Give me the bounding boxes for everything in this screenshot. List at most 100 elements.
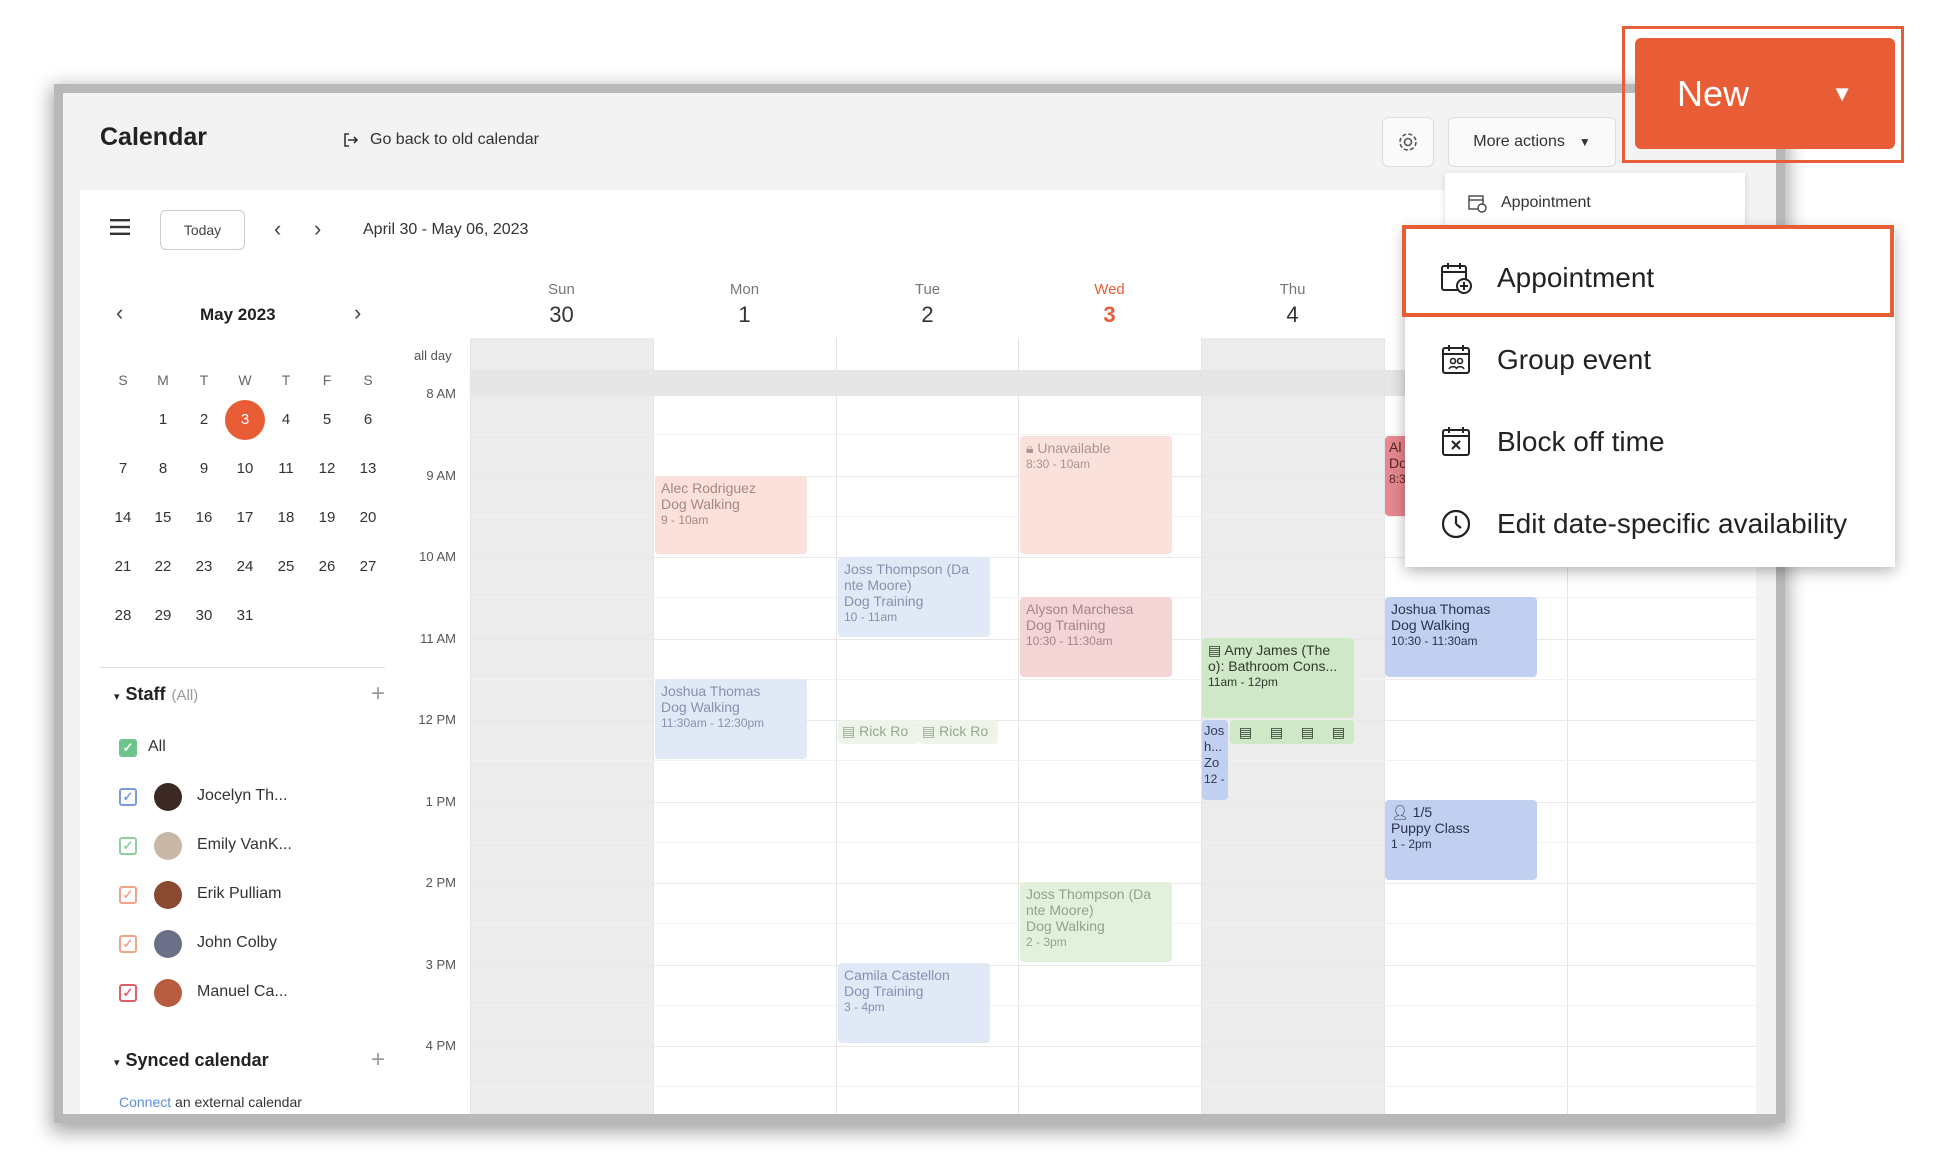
event-alec[interactable]: Alec Rodriguez Dog Walking 9 - 10am bbox=[655, 476, 807, 554]
weekday-label: T bbox=[281, 372, 291, 388]
mini-calendar-day[interactable]: 7 bbox=[103, 460, 143, 477]
mini-calendar-day[interactable]: 19 bbox=[307, 509, 347, 526]
day-number: 4 bbox=[1286, 302, 1299, 327]
mini-calendar-day[interactable]: 21 bbox=[103, 558, 143, 575]
event-amy[interactable]: ▤ Amy James (The o): Bathroom Cons... 11… bbox=[1202, 638, 1354, 718]
avatar bbox=[154, 783, 182, 811]
event-name: Unavailable bbox=[1037, 440, 1111, 456]
mini-calendar-day[interactable]: 30 bbox=[184, 607, 224, 624]
hamburger-menu-icon[interactable] bbox=[110, 219, 130, 235]
event-name: Amy James (The o): Bathroom Cons... bbox=[1208, 642, 1338, 674]
mini-calendar-day[interactable]: 23 bbox=[184, 558, 224, 575]
day-header[interactable]: Mon 1 bbox=[653, 281, 836, 328]
mini-calendar-day[interactable]: 2 bbox=[184, 411, 224, 428]
lock-icon: 🔒︎ bbox=[1026, 440, 1034, 456]
event-joshua-mon[interactable]: Joshua Thomas Dog Walking 11:30am - 12:3… bbox=[655, 679, 807, 759]
calendar-group-icon bbox=[1442, 345, 1470, 374]
event-joss-walking[interactable]: Joss Thompson (Da nte Moore) Dog Walking… bbox=[1020, 882, 1172, 962]
event-rick-1[interactable]: ▤ Rick Ro bbox=[838, 720, 918, 744]
staff-checkbox[interactable]: ✓ bbox=[119, 837, 137, 855]
menu-item-label: Appointment bbox=[1501, 194, 1591, 211]
mini-calendar-day[interactable]: 24 bbox=[225, 558, 265, 575]
event-rick-2[interactable]: ▤ Rick Ro bbox=[918, 720, 998, 744]
time-label: 1 PM bbox=[425, 793, 456, 809]
column-divider bbox=[836, 338, 837, 1114]
avatar bbox=[154, 881, 182, 909]
prev-week-chevron-icon[interactable]: ‹ bbox=[274, 216, 281, 242]
mini-calendar-day[interactable]: 4 bbox=[266, 411, 306, 428]
staff-checkbox[interactable]: ✓ bbox=[119, 886, 137, 904]
day-header[interactable]: Wed 3 bbox=[1018, 281, 1201, 328]
column-divider bbox=[470, 338, 471, 1114]
mini-calendar-day[interactable]: 12 bbox=[307, 460, 347, 477]
mini-calendar-day[interactable]: 8 bbox=[143, 460, 183, 477]
next-week-chevron-icon[interactable]: › bbox=[314, 216, 321, 242]
event-puppy-class[interactable]: 👤︎ 1/5 Puppy Class 1 - 2pm bbox=[1385, 800, 1537, 880]
event-time: 10 - 11am bbox=[844, 610, 898, 624]
mini-calendar-day[interactable]: 18 bbox=[266, 509, 306, 526]
mini-calendar-day[interactable]: 1 bbox=[143, 411, 183, 428]
mini-calendar-day[interactable]: 5 bbox=[307, 411, 347, 428]
caret-down-icon: ▼ bbox=[1578, 135, 1591, 149]
add-synced-plus-icon[interactable]: + bbox=[371, 1046, 385, 1074]
event-unavailable[interactable]: 🔒︎ Unavailable 8:30 - 10am bbox=[1020, 436, 1172, 554]
staff-checkbox[interactable]: ✓ bbox=[119, 788, 137, 806]
more-actions-button[interactable]: More actions ▼ bbox=[1448, 117, 1616, 167]
mini-calendar-day[interactable]: 9 bbox=[184, 460, 224, 477]
mini-calendar-day[interactable]: 15 bbox=[143, 509, 183, 526]
mini-calendar-day[interactable]: 26 bbox=[307, 558, 347, 575]
today-button[interactable]: Today bbox=[160, 210, 245, 250]
event-service: Dog Training bbox=[1026, 617, 1106, 633]
event-camila[interactable]: Camila Castellon Dog Training 3 - 4pm bbox=[838, 963, 990, 1043]
mini-calendar-day[interactable]: 10 bbox=[225, 460, 265, 477]
go-back-link[interactable]: Go back to old calendar bbox=[342, 131, 539, 149]
event-joshua-thu[interactable]: Joshua Thomas Dog Walking 10:30 - 11:30a… bbox=[1385, 597, 1537, 677]
mini-calendar-day[interactable]: 29 bbox=[143, 607, 183, 624]
staff-checkbox[interactable]: ✓ bbox=[119, 739, 137, 757]
more-actions-menu-item-appointment[interactable]: Appointment bbox=[1445, 173, 1745, 233]
event-service: Dog Training bbox=[844, 593, 924, 609]
synced-section-header[interactable]: ▾ Synced calendar bbox=[114, 1050, 269, 1071]
mini-calendar-day[interactable]: 28 bbox=[103, 607, 143, 624]
next-month-chevron-icon[interactable]: › bbox=[354, 300, 361, 326]
time-label: 2 PM bbox=[425, 875, 456, 890]
mini-calendar-day[interactable]: 13 bbox=[348, 460, 388, 477]
staff-section-header[interactable]: ▾ Staff (All) bbox=[114, 684, 198, 705]
calendar-icon: ▤ bbox=[1300, 723, 1315, 740]
menu-item-edit-availability[interactable]: Edit date-specific availability bbox=[1405, 484, 1895, 564]
day-header[interactable]: Sun 30 bbox=[470, 281, 653, 328]
menu-item-group-event[interactable]: Group event bbox=[1405, 320, 1895, 400]
menu-item-block-off-time[interactable]: Block off time bbox=[1405, 402, 1895, 482]
mini-calendar-day[interactable]: 25 bbox=[266, 558, 306, 575]
add-staff-plus-icon[interactable]: + bbox=[371, 680, 385, 708]
day-header[interactable]: Thu 4 bbox=[1201, 281, 1384, 328]
event-jos-small[interactable]: Jos h... Zo 12 - bbox=[1202, 720, 1228, 800]
day-header[interactable]: Tue 2 bbox=[836, 281, 1019, 328]
mini-calendar-day[interactable]: 31 bbox=[225, 607, 265, 624]
mini-calendar-day[interactable]: 16 bbox=[184, 509, 224, 526]
event-icon-strip[interactable]: ▤ ▤ ▤ ▤ bbox=[1230, 720, 1354, 744]
mini-calendar-day[interactable]: 27 bbox=[348, 558, 388, 575]
mini-calendar-day[interactable]: 22 bbox=[143, 558, 183, 575]
event-joss-training[interactable]: Joss Thompson (Da nte Moore) Dog Trainin… bbox=[838, 557, 990, 637]
new-button[interactable]: New ▼ bbox=[1635, 38, 1895, 149]
staff-checkbox[interactable]: ✓ bbox=[119, 935, 137, 953]
staff-checkbox[interactable]: ✓ bbox=[119, 984, 137, 1002]
day-name: Sun bbox=[548, 281, 575, 298]
event-alyson[interactable]: Alyson Marchesa Dog Training 10:30 - 11:… bbox=[1020, 597, 1172, 677]
mini-calendar-day[interactable]: 17 bbox=[225, 509, 265, 526]
mini-calendar-day[interactable]: 3 bbox=[225, 411, 265, 428]
mini-calendar-day[interactable]: 11 bbox=[266, 460, 306, 477]
all-day-label: all day bbox=[414, 348, 452, 363]
mini-calendar-day[interactable]: 6 bbox=[348, 411, 388, 428]
connect-link[interactable]: Connect bbox=[119, 1094, 171, 1110]
settings-button[interactable] bbox=[1382, 117, 1434, 167]
event-name: Camila Castellon bbox=[844, 967, 950, 983]
mini-calendar-day[interactable]: 20 bbox=[348, 509, 388, 526]
staff-name: Jocelyn Th... bbox=[197, 787, 288, 804]
staff-name: All bbox=[148, 738, 166, 755]
mini-calendar-day[interactable]: 14 bbox=[103, 509, 143, 526]
event-time: 1 - 2pm bbox=[1391, 837, 1432, 851]
event-line: 12 - bbox=[1204, 772, 1225, 786]
prev-month-chevron-icon[interactable]: ‹ bbox=[116, 300, 123, 326]
